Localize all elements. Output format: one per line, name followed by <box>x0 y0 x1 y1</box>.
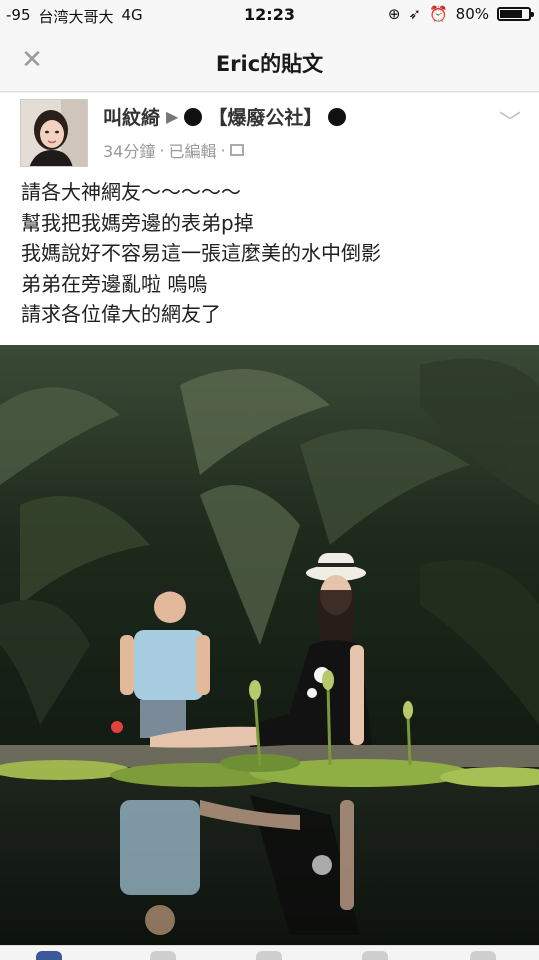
messenger-icon[interactable] <box>362 951 388 960</box>
alarm-icon: ⏰ <box>428 5 448 23</box>
status-icons: ⊕ ➶ ⏰ 80% <box>387 5 534 23</box>
battery-level <box>500 10 523 18</box>
post-text-line: 弟弟在旁邊亂啦 嗚嗚 <box>21 271 208 296</box>
nav-bar: ✕ Eric的貼文 <box>0 30 539 92</box>
location-icon: ➶ <box>408 5 421 23</box>
comment-icon[interactable] <box>150 951 176 960</box>
post-body: 請各大神網友～～～～～ 幫我把我媽旁邊的表弟p掉 我媽說好不容易這一張這麼美的水… <box>21 177 381 330</box>
page-title: Eric的貼文 <box>215 52 324 76</box>
more-icon[interactable] <box>470 951 496 960</box>
post-author-row: 叫紋綺 ▶ 【爆廢公社】 <box>103 103 347 130</box>
share-icon[interactable] <box>256 951 282 960</box>
group-dot-icon-2 <box>328 107 347 126</box>
play-icon: ▶ <box>166 107 179 126</box>
post: 叫紋綺 ▶ 【爆廢公社】 34分鐘 · 已編輯 · ﹀ 請各大神網友～～～～～ … <box>0 93 539 346</box>
group-privacy-icon <box>229 144 244 156</box>
bottom-toolbar <box>0 945 539 960</box>
edited-label[interactable]: 已編輯 <box>168 138 216 162</box>
avatar[interactable] <box>20 99 88 167</box>
post-photo[interactable] <box>0 345 539 945</box>
orientation-lock-icon: ⊕ <box>387 5 401 23</box>
status-bar: -95 台湾大哥大 4G 12:23 ⊕ ➶ ⏰ 80% <box>0 0 539 30</box>
group-name[interactable]: 【爆廢公社】 <box>208 103 322 130</box>
post-text-line: 請各大神網友～～～～～ <box>21 180 241 204</box>
post-text-line: 我媽說好不容易這一張這麼美的水中倒影 <box>21 241 381 265</box>
like-icon[interactable] <box>36 951 62 960</box>
battery-percent: 80% <box>455 5 489 23</box>
chevron-down-icon[interactable]: ﹀ <box>499 105 521 137</box>
post-time[interactable]: 34分鐘 <box>103 138 155 162</box>
meta-separator-2: · <box>220 140 226 160</box>
group-dot-icon <box>184 107 203 126</box>
post-text-line: 請求各位偉大的網友了 <box>21 302 221 326</box>
post-meta: 34分鐘 · 已編輯 · <box>103 138 244 162</box>
meta-separator: · <box>159 140 165 160</box>
post-text-line: 幫我把我媽旁邊的表弟p掉 <box>21 210 254 235</box>
battery-icon <box>497 7 534 21</box>
author-name[interactable]: 叫紋綺 <box>103 103 160 130</box>
